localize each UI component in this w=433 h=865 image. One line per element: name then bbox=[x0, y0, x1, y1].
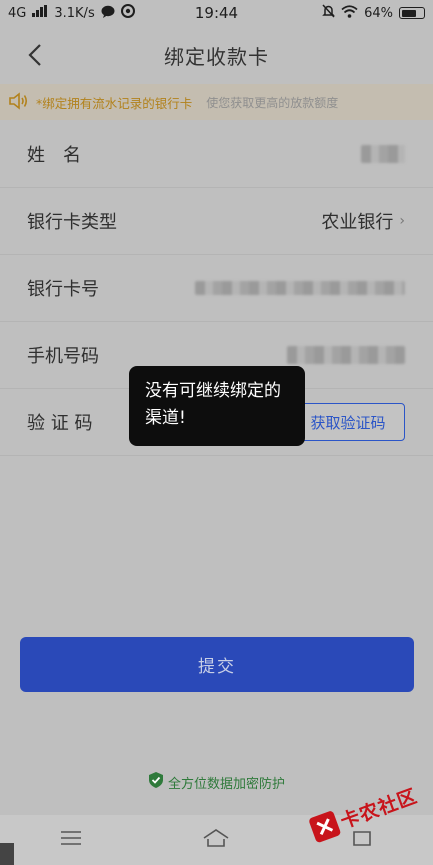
security-text: 全方位数据加密防护 bbox=[167, 776, 285, 792]
notice-bar: *绑定拥有流水记录的银行卡 使您获取更高的放款额度 bbox=[0, 84, 433, 120]
battery-icon bbox=[399, 7, 425, 19]
shield-check-icon bbox=[148, 771, 164, 793]
get-code-button[interactable]: 获取验证码 bbox=[291, 403, 405, 441]
name-value-redacted bbox=[361, 145, 405, 163]
verification-code-label: 验 证 码 bbox=[27, 413, 93, 434]
submit-button[interactable]: 提交 bbox=[20, 637, 414, 692]
wifi-icon bbox=[341, 4, 358, 22]
card-number-label: 银行卡号 bbox=[27, 279, 99, 300]
card-number-value-redacted bbox=[195, 281, 405, 295]
notice-main-text: *绑定拥有流水记录的银行卡 bbox=[36, 95, 193, 111]
battery-percent: 64% bbox=[364, 5, 393, 21]
card-type-row[interactable]: 银行卡类型 农业银行 › bbox=[0, 188, 433, 255]
app-notification-icon bbox=[120, 4, 135, 22]
chat-icon bbox=[101, 5, 115, 22]
phone-value-redacted bbox=[287, 346, 405, 364]
menu-icon[interactable] bbox=[60, 830, 82, 850]
card-number-row[interactable]: 银行卡号 bbox=[0, 255, 433, 322]
home-icon[interactable] bbox=[202, 828, 230, 852]
chevron-right-icon: › bbox=[399, 213, 405, 229]
name-label: 姓 名 bbox=[27, 145, 81, 166]
back-arrow-icon[interactable] bbox=[18, 38, 52, 72]
name-row: 姓 名 bbox=[0, 121, 433, 188]
network-speed: 3.1K/s bbox=[54, 5, 95, 21]
nav-bar: 绑定收款卡 bbox=[0, 26, 433, 84]
notice-sub-text: 使您获取更高的放款额度 bbox=[206, 95, 339, 110]
page-title: 绑定收款卡 bbox=[164, 44, 269, 69]
network-label: 4G bbox=[8, 5, 27, 21]
mute-icon bbox=[322, 4, 335, 22]
signal-icon bbox=[32, 5, 48, 21]
corner-mark bbox=[0, 843, 14, 865]
speaker-icon bbox=[8, 91, 30, 113]
card-type-value: 农业银行 bbox=[321, 212, 394, 233]
phone-label: 手机号码 bbox=[27, 346, 99, 367]
card-type-label: 银行卡类型 bbox=[27, 212, 117, 233]
watermark-text: 卡农社区 bbox=[337, 784, 421, 833]
status-bar: 4G 3.1K/s 19:44 64% bbox=[0, 0, 433, 26]
toast-message: 没有可继续绑定的渠道! bbox=[129, 366, 305, 446]
